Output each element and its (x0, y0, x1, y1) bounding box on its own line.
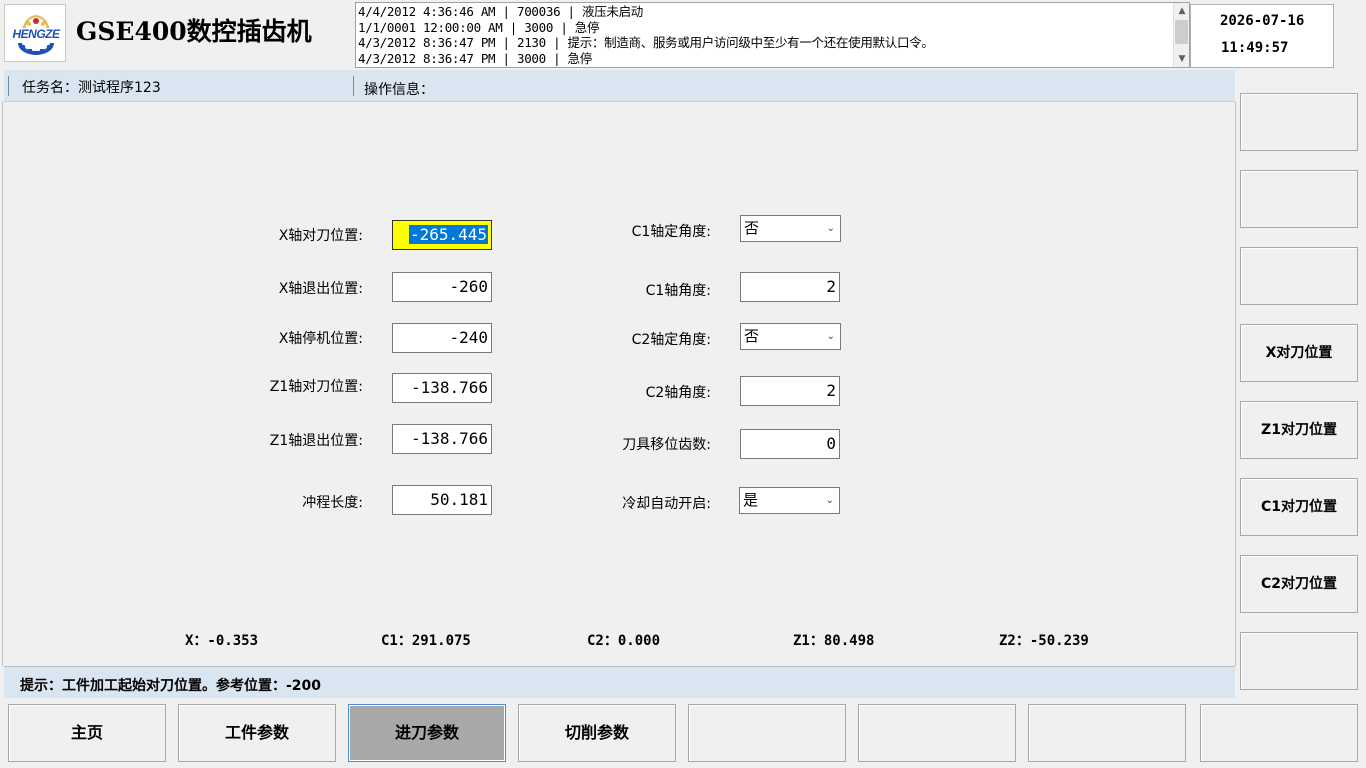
c2-angle-input[interactable]: 2 (740, 376, 840, 406)
nav-softkey-6[interactable] (858, 704, 1016, 762)
log-entry[interactable]: 4/4/2012 4:36:46 AM | 700036 | 液压未启动 (358, 4, 1173, 20)
feed-parameters-panel: X轴对刀位置: -265.445 X轴退出位置: -260 X轴停机位置: -2… (2, 102, 1236, 666)
scrollbar-thumb[interactable] (1175, 20, 1188, 44)
c1-fixed-angle-value: 否 (744, 219, 760, 237)
header: HENGZE GSE400数控插齿机 4/4/2012 4:36:46 AM |… (0, 0, 1366, 70)
x-tool-pos-label: X轴对刀位置: (278, 228, 363, 244)
time-display: 11:49:57 (1221, 40, 1289, 56)
info-bar: 任务名：测试程序123 操作信息： (4, 70, 1235, 102)
log-entry[interactable]: 4/3/2012 8:36:47 PM | 2130 | 提示：制造商、服务或用… (358, 35, 1173, 51)
nav-softkey-5[interactable] (688, 704, 846, 762)
z1-position-readout: Z1：80.498 (793, 633, 875, 649)
divider (353, 76, 354, 96)
stroke-length-input[interactable]: 50.181 (392, 485, 492, 515)
z1-tool-pos-input[interactable]: -138.766 (392, 373, 492, 403)
log-scrollbar[interactable]: ▲ ▼ (1173, 3, 1189, 67)
c1-angle-input[interactable]: 2 (740, 272, 840, 302)
side-softkey-1[interactable] (1240, 93, 1358, 151)
z1-retract-pos-label: Z1轴退出位置: (269, 433, 363, 449)
side-softkey-8[interactable] (1240, 632, 1358, 690)
x-position-readout: X：-0.353 (185, 633, 259, 649)
z1-tool-position-button[interactable]: Z1对刀位置 (1240, 401, 1358, 459)
x-tool-position-button[interactable]: X对刀位置 (1240, 324, 1358, 382)
stroke-length-label: 冲程长度: (302, 495, 363, 511)
date-display: 2026-07-16 (1220, 13, 1305, 29)
chevron-down-icon: ⌄ (826, 223, 835, 234)
nav-softkey-7[interactable] (1028, 704, 1186, 762)
x-tool-pos-input[interactable]: -265.445 (392, 220, 492, 250)
chevron-down-icon: ⌄ (825, 495, 834, 506)
divider (8, 76, 9, 96)
coolant-auto-label: 冷却自动开启: (622, 496, 711, 512)
nav-cutting-params-button[interactable]: 切削参数 (518, 704, 676, 762)
c2-fixed-angle-select[interactable]: 否 ⌄ (740, 323, 841, 350)
app-title: GSE400数控插齿机 (76, 17, 312, 46)
scroll-up-icon[interactable]: ▲ (1174, 3, 1189, 19)
c2-fixed-angle-label: C2轴定角度: (631, 332, 711, 348)
coolant-auto-select[interactable]: 是 ⌄ (739, 487, 840, 514)
c2-position-readout: C2：0.000 (587, 633, 661, 649)
x-retract-pos-input[interactable]: -260 (392, 272, 492, 302)
c2-fixed-angle-value: 否 (744, 327, 760, 345)
log-entry[interactable]: 1/1/0001 12:00:00 AM | 3000 | 急停 (358, 20, 1173, 36)
nav-workpiece-params-button[interactable]: 工件参数 (178, 704, 336, 762)
x-stop-pos-input[interactable]: -240 (392, 323, 492, 353)
nav-feed-params-button[interactable]: 进刀参数 (348, 704, 506, 762)
c1-angle-label: C1轴角度: (645, 283, 711, 299)
x-stop-pos-label: X轴停机位置: (278, 331, 363, 347)
tool-shift-teeth-input[interactable]: 0 (740, 429, 840, 459)
task-name-label: 任务名：测试程序123 (22, 80, 161, 96)
c1-tool-position-button[interactable]: C1对刀位置 (1240, 478, 1358, 536)
c2-tool-position-button[interactable]: C2对刀位置 (1240, 555, 1358, 613)
coolant-auto-value: 是 (743, 491, 759, 509)
side-softkey-3[interactable] (1240, 247, 1358, 305)
scroll-down-icon[interactable]: ▼ (1174, 51, 1189, 67)
c2-angle-label: C2轴角度: (645, 385, 711, 401)
x-tool-pos-value: -265.445 (408, 225, 488, 244)
operation-info-label: 操作信息： (364, 82, 434, 98)
c1-position-readout: C1：291.075 (381, 633, 471, 649)
log-entry[interactable]: 4/3/2012 8:36:47 PM | 3000 | 急停 (358, 51, 1173, 67)
company-logo: HENGZE (4, 4, 66, 62)
z2-position-readout: Z2：-50.239 (999, 633, 1089, 649)
c1-fixed-angle-select[interactable]: 否 ⌄ (740, 215, 841, 242)
logo-text: HENGZE (8, 28, 64, 40)
hint-bar: 提示：工件加工起始对刀位置。参考位置：-200 (4, 666, 1235, 698)
alarm-log-list[interactable]: 4/4/2012 4:36:46 AM | 700036 | 液压未启动 1/1… (355, 2, 1190, 68)
side-softkey-2[interactable] (1240, 170, 1358, 228)
x-retract-pos-label: X轴退出位置: (278, 281, 363, 297)
z1-retract-pos-input[interactable]: -138.766 (392, 424, 492, 454)
nav-softkey-8[interactable] (1200, 704, 1358, 762)
tool-shift-teeth-label: 刀具移位齿数: (622, 437, 711, 453)
nav-home-button[interactable]: 主页 (8, 704, 166, 762)
hint-text: 提示：工件加工起始对刀位置。参考位置：-200 (20, 678, 322, 694)
c1-fixed-angle-label: C1轴定角度: (631, 224, 711, 240)
datetime-display: 2026-07-16 11:49:57 (1190, 4, 1334, 68)
chevron-down-icon: ⌄ (826, 331, 835, 342)
z1-tool-pos-label: Z1轴对刀位置: (269, 379, 363, 395)
